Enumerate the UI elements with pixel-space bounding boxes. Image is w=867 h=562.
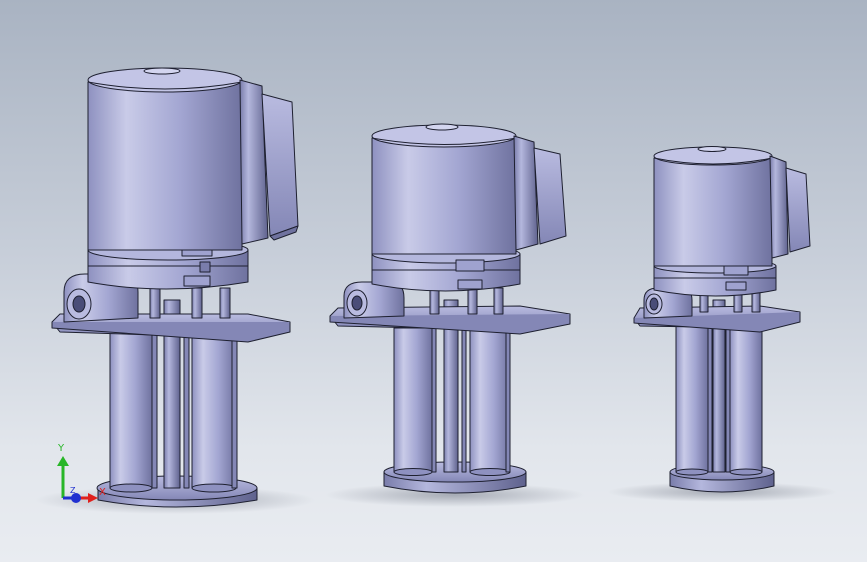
junction-box: [769, 155, 811, 259]
motor-housing: [653, 146, 773, 267]
y-axis-head: [57, 456, 69, 466]
pump-medium[interactable]: [325, 123, 585, 507]
axis-triad[interactable]: [57, 456, 98, 503]
cad-viewport[interactable]: Y X Z: [0, 0, 867, 562]
junction-box: [513, 135, 567, 251]
motor-housing: [87, 67, 243, 251]
z-axis-label: Z: [70, 486, 76, 495]
motor-housing: [371, 123, 517, 255]
pump-large[interactable]: [35, 67, 315, 514]
junction-box: [239, 79, 299, 245]
pump-small[interactable]: [607, 146, 837, 503]
model-scene[interactable]: [0, 0, 867, 562]
y-axis-label: Y: [58, 443, 65, 454]
x-axis-label: X: [99, 487, 106, 498]
